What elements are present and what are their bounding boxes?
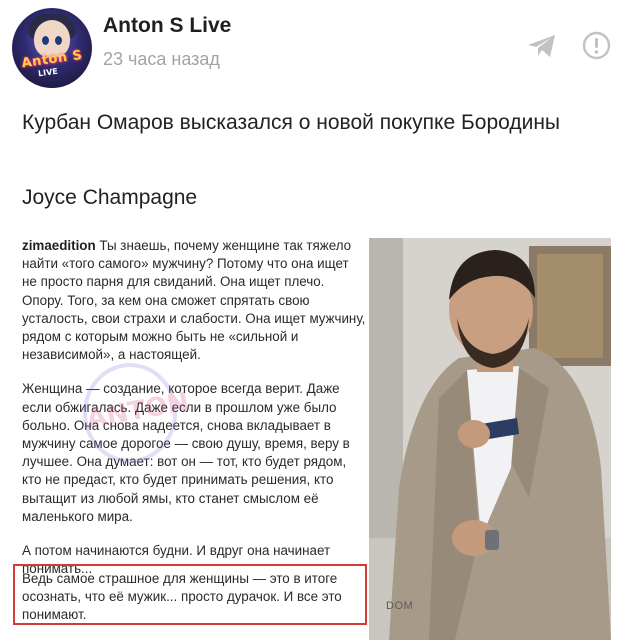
channel-avatar[interactable]: Anton S LIVE — [12, 8, 92, 88]
post-header: Anton S LIVE Anton S Live 23 часа назад — [0, 0, 622, 95]
photo-painting-inner — [537, 254, 603, 358]
instagram-caption: zimaedition Ты знаешь, почему женщине та… — [22, 237, 367, 594]
photo-watch — [485, 530, 499, 550]
post-subtitle: Joyce Champagne — [22, 186, 198, 209]
caption-text-1: Ты знаешь, почему женщине так тяжело най… — [22, 238, 366, 363]
photo-label: DOM — [386, 600, 414, 612]
report-bar — [595, 38, 598, 48]
caption-paragraph-1: zimaedition Ты знаешь, почему женщине та… — [22, 237, 367, 364]
avatar-logo-subtext: LIVE — [37, 66, 59, 79]
post-photo[interactable] — [369, 238, 611, 640]
post-timestamp: 23 часа назад — [103, 49, 220, 69]
caption-username: zimaedition — [22, 238, 96, 253]
photo-illustration — [369, 238, 611, 640]
avatar-eye-left — [42, 36, 49, 45]
photo-hand-upper — [458, 420, 490, 448]
channel-name[interactable]: Anton S Live — [103, 14, 231, 38]
caption-paragraph-2: Женщина — создание, которое всегда верит… — [22, 381, 350, 524]
highlighted-quote: Ведь самое страшное для женщины — это в … — [22, 571, 342, 623]
avatar-eye-right — [55, 36, 62, 45]
exclamation-circle-icon[interactable] — [582, 31, 611, 60]
post-title: Курбан Омаров высказался о новой покупке… — [22, 111, 561, 134]
report-dot — [594, 50, 599, 54]
watermark-logo: ANTON — [78, 358, 191, 468]
paper-plane-icon[interactable] — [527, 33, 557, 59]
paper-plane-shape — [528, 35, 555, 57]
